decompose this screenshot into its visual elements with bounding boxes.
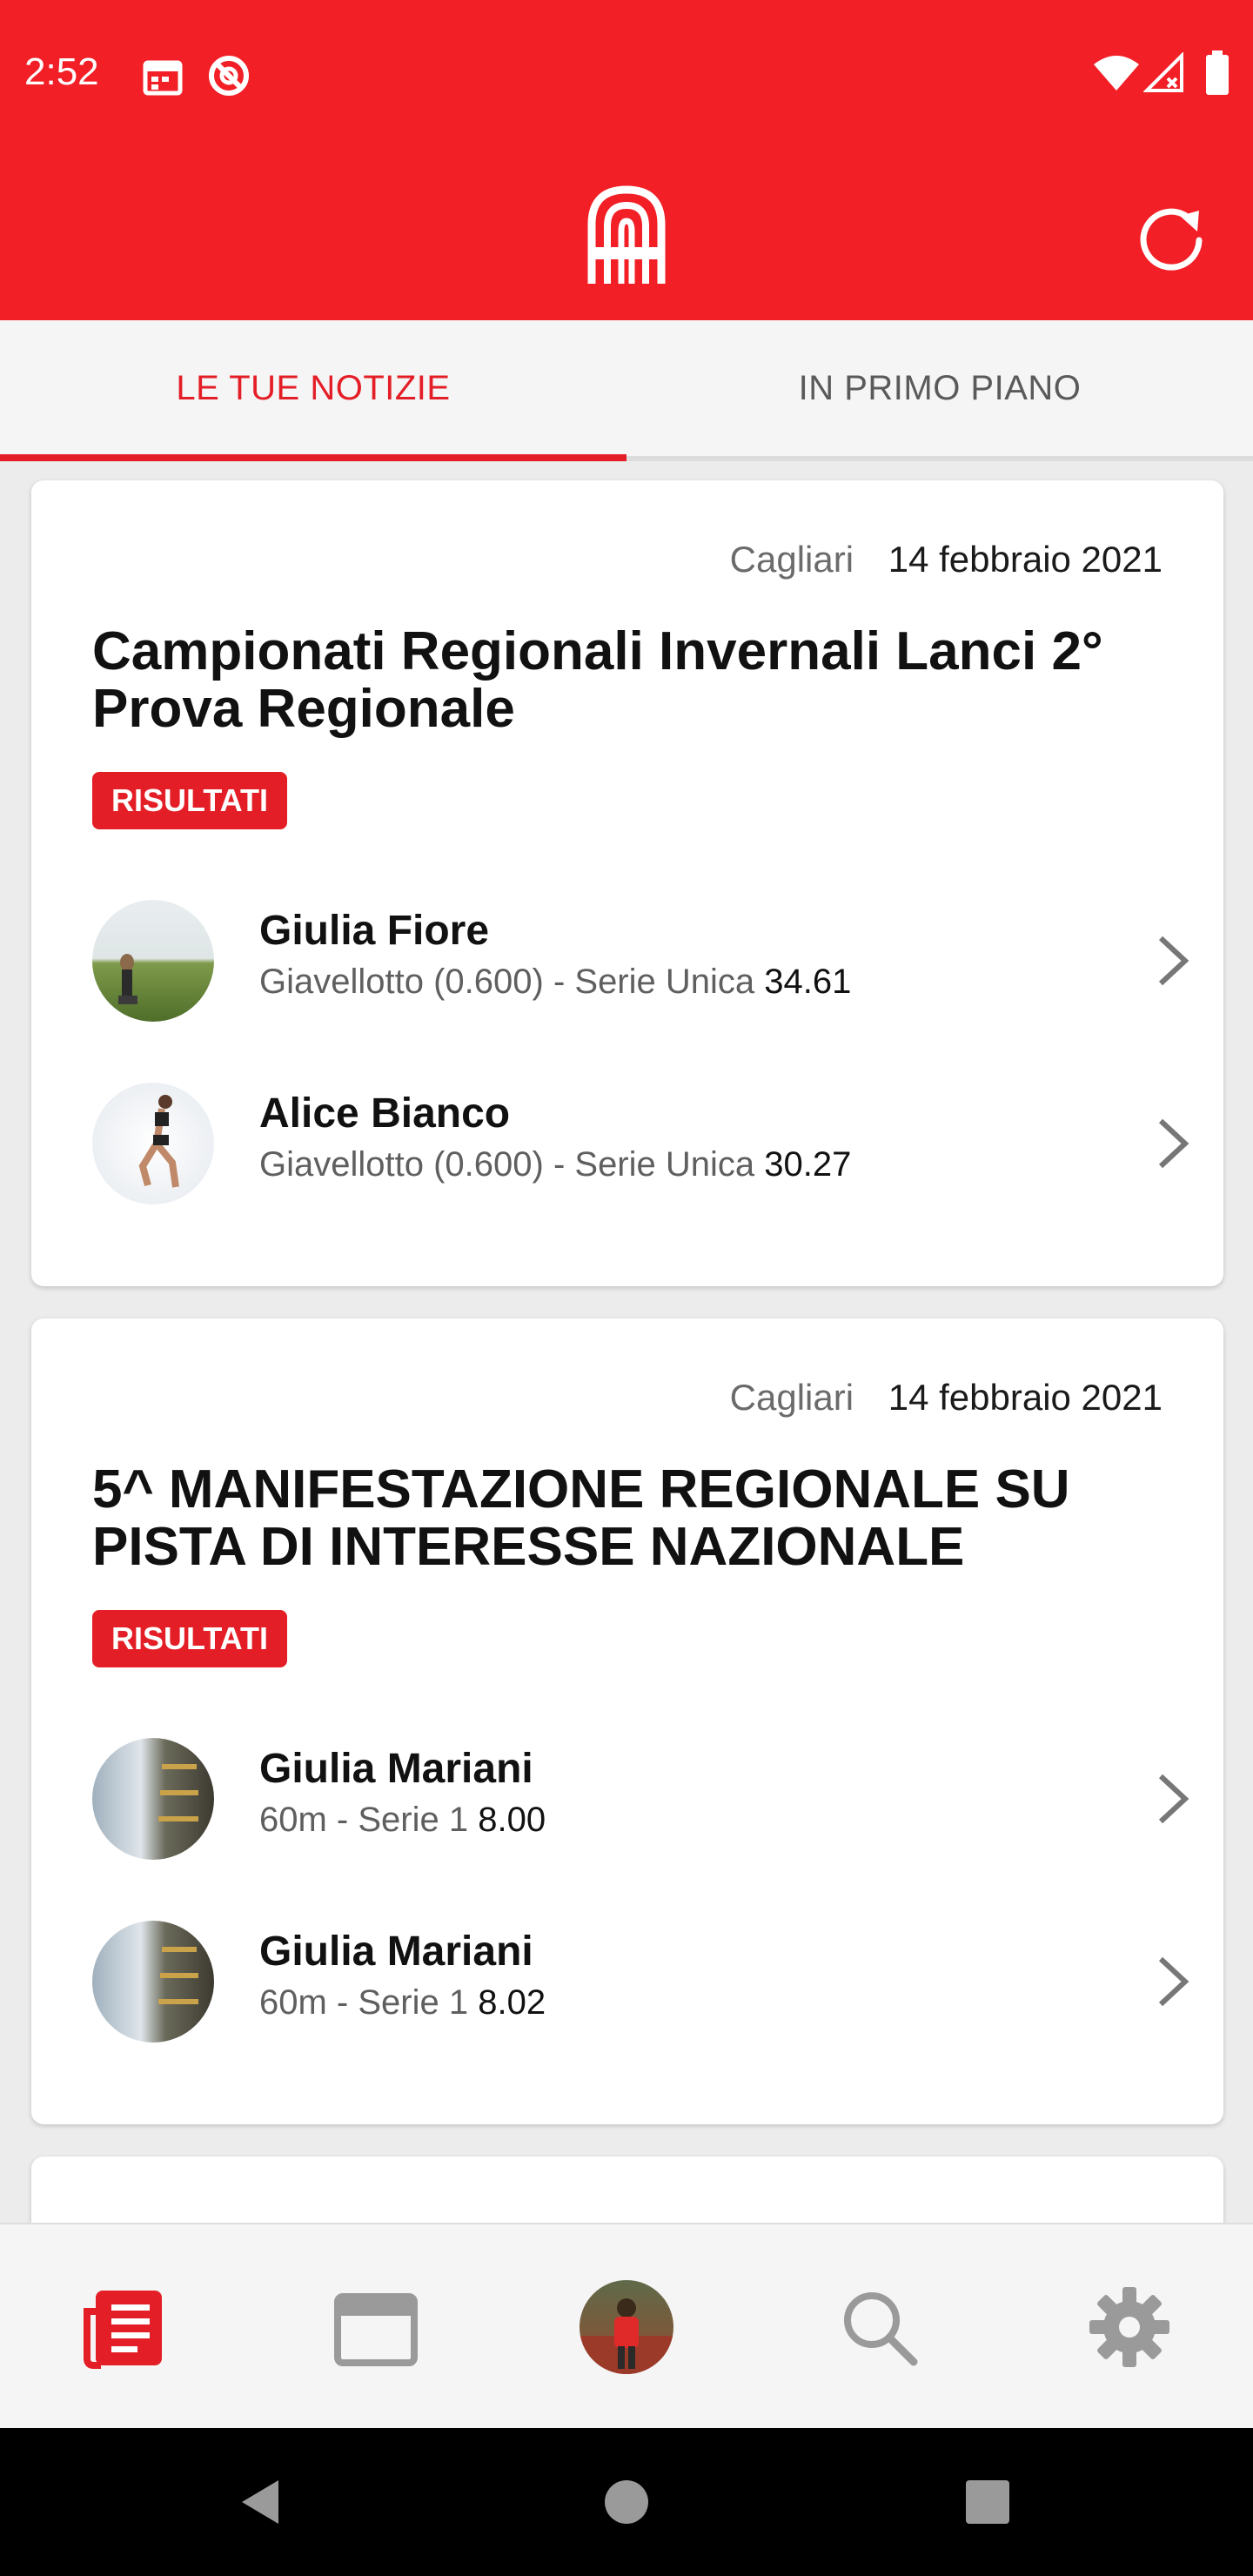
athlete-photo [158,1947,198,2004]
athlete-photo [118,954,137,1004]
news-icon [84,2291,162,2369]
status-bar: 2:52 [0,0,1253,148]
athlete-name: Alice Bianco [259,1090,511,1137]
nav-news[interactable] [73,2275,178,2379]
card-date: 14 febbraio 2021 [888,539,1163,580]
wifi-icon [1094,56,1139,91]
news-card[interactable] [31,2157,1223,2223]
profile-avatar [580,2280,673,2374]
bottom-navigation [0,2223,1253,2428]
card-date: 14 febbraio 2021 [888,1377,1163,1418]
athlete-name: Giulia Mariani [259,1746,533,1792]
result-row[interactable]: Giulia Fiore Giavellotto (0.600) - Serie… [31,882,1223,1039]
results-badge: RISULTATI [92,772,287,829]
tab-bar: LE TUE NOTIZIE IN PRIMO PIANO [0,320,1253,461]
nav-calendar[interactable] [324,2275,428,2379]
athletics-logo-icon [587,185,666,284]
chevron-right-icon [1158,936,1189,986]
athlete-result: Giavellotto (0.600) - Serie Unica 34.61 [259,961,851,1003]
card-city: Cagliari [729,1377,854,1418]
event-label: 60m - Serie 1 [259,1983,469,2022]
athlete-photo [158,1764,198,1821]
athlete-name: Giulia Mariani [259,1929,533,1975]
result-row[interactable]: Giulia Mariani 60m - Serie 1 8.00 [31,1721,1223,1877]
card-title: Campionati Regionali Invernali Lanci 2° … [92,621,1103,739]
result-row[interactable]: Giulia Mariani 60m - Serie 1 8.02 [31,1903,1223,2060]
event-label: 60m - Serie 1 [259,1801,469,1839]
athlete-photo [138,1095,179,1188]
athlete-result: 60m - Serie 1 8.00 [259,1799,546,1841]
result-score: 34.61 [764,963,852,1001]
tab-in-primo-piano[interactable]: IN PRIMO PIANO [626,320,1253,456]
athlete-avatar [92,900,214,1022]
do-not-disturb-icon [209,56,249,96]
recents-icon[interactable] [957,2472,1018,2532]
card-meta: Cagliari 14 febbraio 2021 [730,1376,1163,1419]
athlete-avatar [92,1921,214,2043]
news-feed[interactable]: Cagliari 14 febbraio 2021 Campionati Reg… [0,461,1253,2223]
chevron-right-icon [1158,1118,1189,1169]
calendar-icon [334,2293,418,2366]
tab-indicator [0,454,626,461]
result-row[interactable]: Alice Bianco Giavellotto (0.600) - Serie… [31,1065,1223,1222]
chevron-right-icon [1158,1956,1189,2007]
event-label: Giavellotto (0.600) - Serie Unica [259,963,755,1001]
battery-icon [1206,50,1229,95]
athlete-avatar [92,1083,214,1204]
back-icon[interactable] [233,2472,294,2532]
nav-settings[interactable] [1077,2275,1182,2379]
athlete-avatar [92,1738,214,1860]
news-card[interactable]: Cagliari 14 febbraio 2021 Campionati Reg… [31,480,1223,1286]
calendar-icon [143,60,183,96]
nav-search[interactable] [827,2275,931,2379]
athlete-name: Giulia Fiore [259,908,490,954]
result-score: 8.02 [478,1983,546,2022]
result-score: 8.00 [478,1801,546,1839]
search-icon [844,2292,918,2366]
news-card[interactable]: Cagliari 14 febbraio 2021 5^ MANIFESTAZI… [31,1318,1223,2124]
chevron-right-icon [1158,1774,1189,1824]
tab-le-tue-notizie[interactable]: LE TUE NOTIZIE [0,320,626,456]
signal-icon [1143,52,1183,92]
results-badge: RISULTATI [92,1610,287,1667]
home-icon[interactable] [596,2472,657,2532]
nav-profile[interactable] [574,2275,679,2379]
athlete-result: Giavellotto (0.600) - Serie Unica 30.27 [259,1144,851,1185]
card-meta: Cagliari 14 febbraio 2021 [730,538,1163,581]
system-navigation-bar [0,2428,1253,2576]
profile-photo [580,2298,673,2374]
card-title: 5^ MANIFESTAZIONE REGIONALE SU PISTA DI … [92,1459,1070,1577]
app-bar [0,148,1253,320]
athlete-result: 60m - Serie 1 8.02 [259,1982,546,2023]
settings-gear-icon [1089,2287,1169,2367]
status-time: 2:52 [24,50,99,93]
card-city: Cagliari [729,539,854,580]
event-label: Giavellotto (0.600) - Serie Unica [259,1145,755,1184]
refresh-icon[interactable] [1131,197,1209,275]
result-score: 30.27 [764,1145,852,1184]
